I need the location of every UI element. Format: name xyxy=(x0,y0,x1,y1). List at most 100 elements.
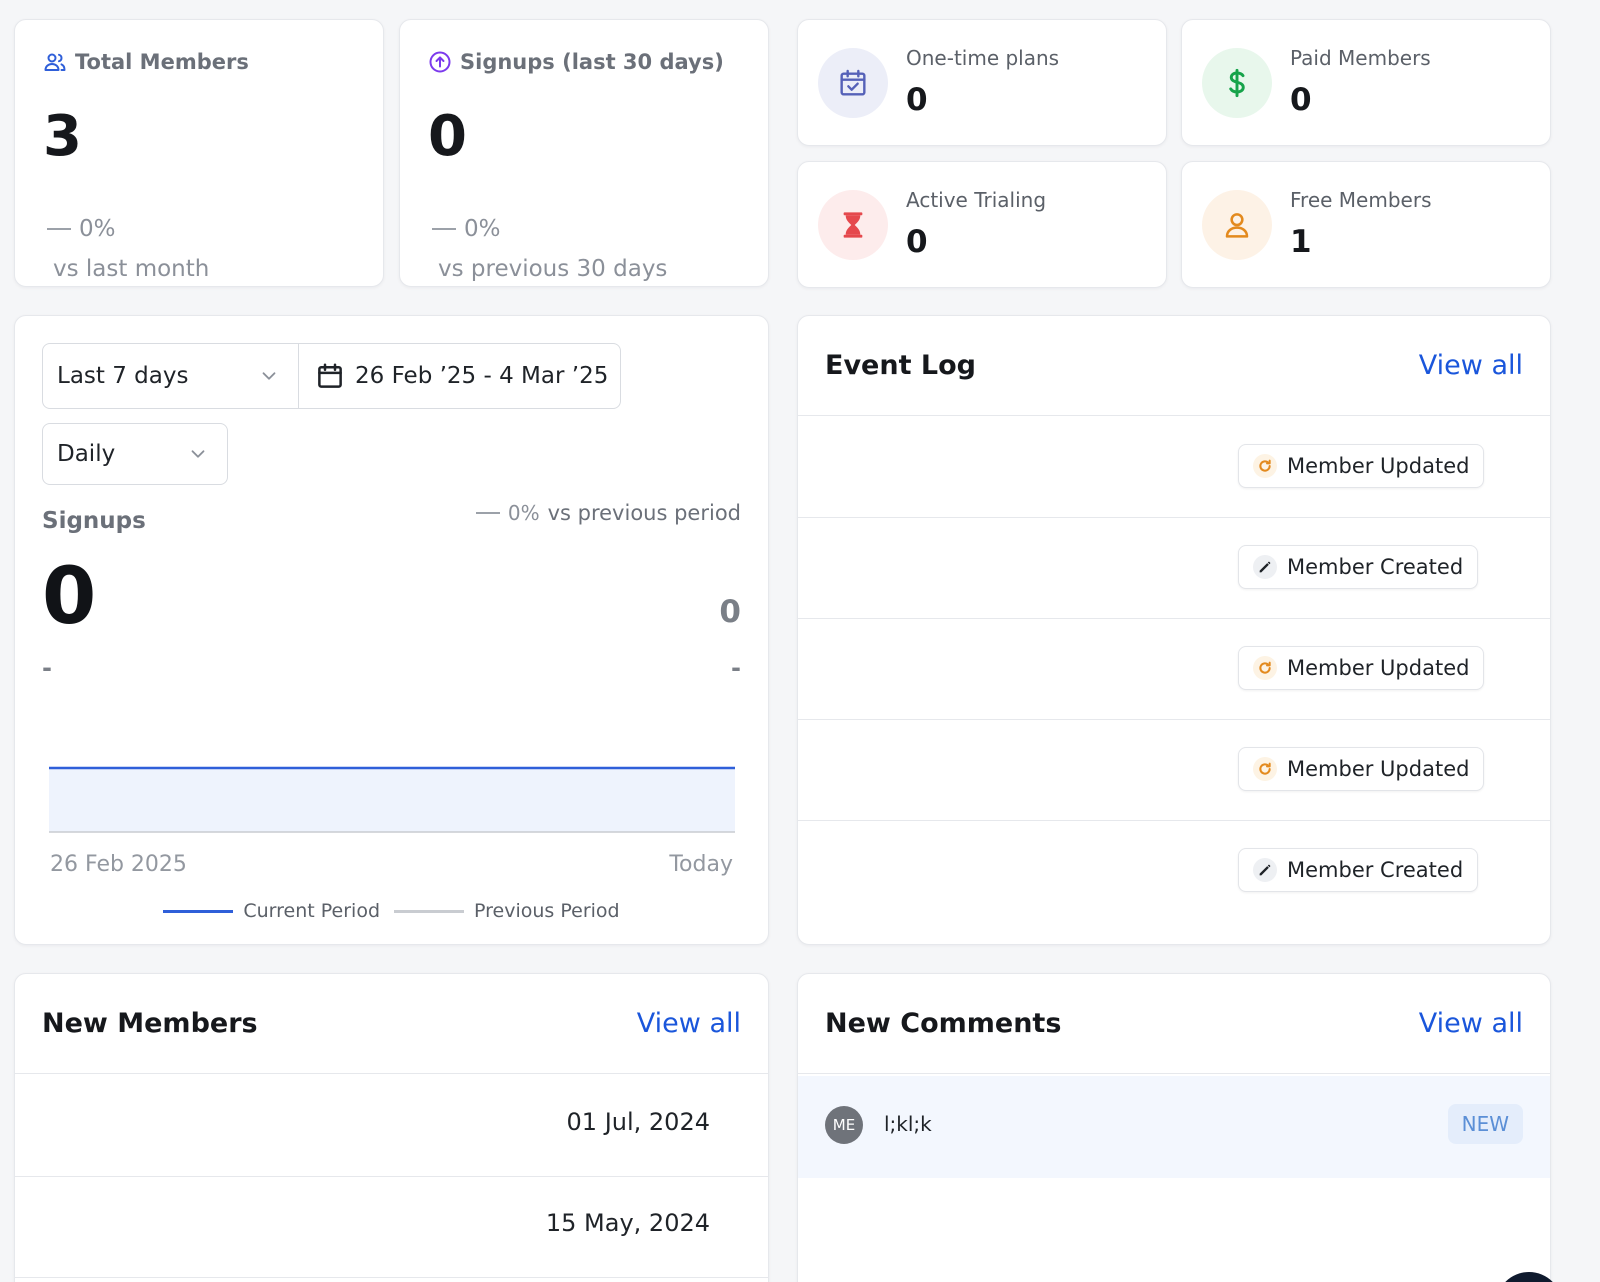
paid-members-value: 0 xyxy=(1290,82,1312,118)
users-icon xyxy=(44,53,66,71)
member-join-date: 15 May, 2024 xyxy=(545,1209,710,1237)
event-log-view-all-link[interactable]: View all xyxy=(1419,350,1523,381)
active-trialing-value: 0 xyxy=(906,224,928,260)
new-badge: NEW xyxy=(1447,1104,1523,1144)
event-row[interactable]: Member Created xyxy=(798,518,1550,619)
one-time-plans-card: One-time plans 0 xyxy=(797,19,1167,146)
hourglass-icon xyxy=(843,212,863,238)
signups-card: Signups (last 30 days) 0 0% vs previous … xyxy=(399,19,769,287)
paid-members-card: Paid Members 0 xyxy=(1181,19,1551,146)
event-log-header: Event Log View all xyxy=(798,316,1550,416)
one-time-plans-label: One-time plans xyxy=(906,46,1060,70)
legend-current: Current Period xyxy=(163,900,380,922)
neutral-dash-icon xyxy=(432,228,456,230)
x-axis-end-label: Today xyxy=(669,852,733,877)
range-select-value: Last 7 days xyxy=(57,363,189,389)
new-comments-view-all-link[interactable]: View all xyxy=(1419,1008,1523,1039)
legend-current-label: Current Period xyxy=(243,900,381,922)
new-members-header: New Members View all xyxy=(15,974,768,1074)
event-row[interactable]: Member Updated xyxy=(798,619,1550,720)
date-filter-group: Last 7 days 26 Feb ’25 - 4 Mar ’25 xyxy=(42,343,621,409)
legend-previous-swatch xyxy=(394,909,465,913)
member-row[interactable]: 15 May, 2024 xyxy=(15,1177,768,1278)
refresh-icon xyxy=(1253,757,1277,781)
active-trialing-label: Active Trialing xyxy=(906,188,1047,212)
member-join-date: 01 Jul, 2024 xyxy=(566,1108,710,1136)
range-select[interactable]: Last 7 days xyxy=(43,344,299,408)
event-type-badge: Member Updated xyxy=(1238,747,1485,791)
paid-members-icon-wrap xyxy=(1202,48,1272,118)
calendar-icon xyxy=(318,363,342,388)
event-type-label: Member Created xyxy=(1287,858,1464,882)
total-members-value: 3 xyxy=(43,104,82,169)
event-row[interactable]: Member Updated xyxy=(798,417,1550,518)
signups-chart-card: Last 7 days 26 Feb ’25 - 4 Mar ’25 Daily… xyxy=(14,315,769,945)
calendar-check-icon xyxy=(840,69,866,96)
signups-label-text: Signups (last 30 days) xyxy=(460,50,724,74)
event-type-badge: Member Created xyxy=(1238,848,1479,892)
metric-change-value: 0% xyxy=(507,501,540,525)
neutral-dash-icon xyxy=(47,228,71,230)
event-type-badge: Member Updated xyxy=(1238,646,1485,690)
total-members-change-value: 0% xyxy=(79,216,116,242)
metric-sub-right: - xyxy=(731,654,741,682)
event-type-label: Member Updated xyxy=(1287,454,1470,478)
chevron-down-icon xyxy=(262,372,276,380)
new-comments-title: New Comments xyxy=(825,1008,1062,1039)
date-range-picker[interactable]: 26 Feb ’25 - 4 Mar ’25 xyxy=(299,344,620,408)
arrow-up-circle-icon xyxy=(429,51,451,73)
event-type-label: Member Updated xyxy=(1287,656,1470,680)
event-row[interactable]: Member Created xyxy=(798,821,1550,922)
signups-label: Signups (last 30 days) xyxy=(428,50,724,74)
paid-members-label: Paid Members xyxy=(1290,46,1431,70)
metric-compare-label: vs previous period xyxy=(547,501,741,525)
total-members-compare: vs last month xyxy=(53,256,210,282)
avatar: ME xyxy=(825,1106,863,1144)
signups-change: 0% xyxy=(432,216,501,242)
event-type-badge: Member Updated xyxy=(1238,444,1485,488)
new-members-title: New Members xyxy=(42,1008,258,1039)
event-type-label: Member Created xyxy=(1287,555,1464,579)
metric-change: 0% vs previous period xyxy=(475,501,741,525)
new-members-card: New Members View all 01 Jul, 2024 15 May… xyxy=(14,973,769,1282)
refresh-icon xyxy=(1253,656,1277,680)
chevron-down-icon xyxy=(191,450,205,458)
new-comments-header: New Comments View all xyxy=(798,974,1550,1074)
active-trialing-card: Active Trialing 0 xyxy=(797,161,1167,288)
event-row[interactable]: Member Updated xyxy=(798,720,1550,821)
comment-text: l;kl;k xyxy=(884,1112,932,1136)
event-type-badge: Member Created xyxy=(1238,545,1479,589)
neutral-dash-icon xyxy=(475,512,500,514)
metric-sub-left: - xyxy=(42,654,52,682)
free-members-label: Free Members xyxy=(1290,188,1432,212)
signups-area-chart xyxy=(49,766,735,833)
member-row[interactable]: 01 Jul, 2024 xyxy=(15,1076,768,1177)
free-members-value: 1 xyxy=(1290,224,1312,260)
active-trialing-icon-wrap xyxy=(818,190,888,260)
total-members-label: Total Members xyxy=(43,50,249,74)
free-members-icon-wrap xyxy=(1202,190,1272,260)
interval-select[interactable]: Daily xyxy=(42,423,228,485)
signups-change-value: 0% xyxy=(464,216,501,242)
legend-previous-label: Previous Period xyxy=(474,900,620,922)
date-range-value: 26 Feb ’25 - 4 Mar ’25 xyxy=(355,363,609,389)
legend-current-swatch xyxy=(163,909,234,913)
signups-compare: vs previous 30 days xyxy=(438,256,668,282)
event-type-label: Member Updated xyxy=(1287,757,1470,781)
user-icon xyxy=(1225,213,1249,238)
pencil-icon xyxy=(1253,858,1277,882)
one-time-plans-value: 0 xyxy=(906,82,928,118)
new-members-view-all-link[interactable]: View all xyxy=(637,1008,741,1039)
total-members-change: 0% xyxy=(47,216,116,242)
metric-value: 0 xyxy=(42,552,97,642)
comment-row[interactable]: ME l;kl;k NEW xyxy=(798,1076,1550,1178)
event-log-title: Event Log xyxy=(825,350,976,381)
new-comments-card: New Comments View all ME l;kl;k NEW xyxy=(797,973,1551,1282)
signups-value: 0 xyxy=(428,104,467,169)
metric-title: Signups xyxy=(42,508,146,534)
metric-previous-value: 0 xyxy=(719,594,741,630)
total-members-label-text: Total Members xyxy=(75,50,249,74)
free-members-card: Free Members 1 xyxy=(1181,161,1551,288)
one-time-plans-icon-wrap xyxy=(818,48,888,118)
dollar-icon xyxy=(1229,68,1245,98)
